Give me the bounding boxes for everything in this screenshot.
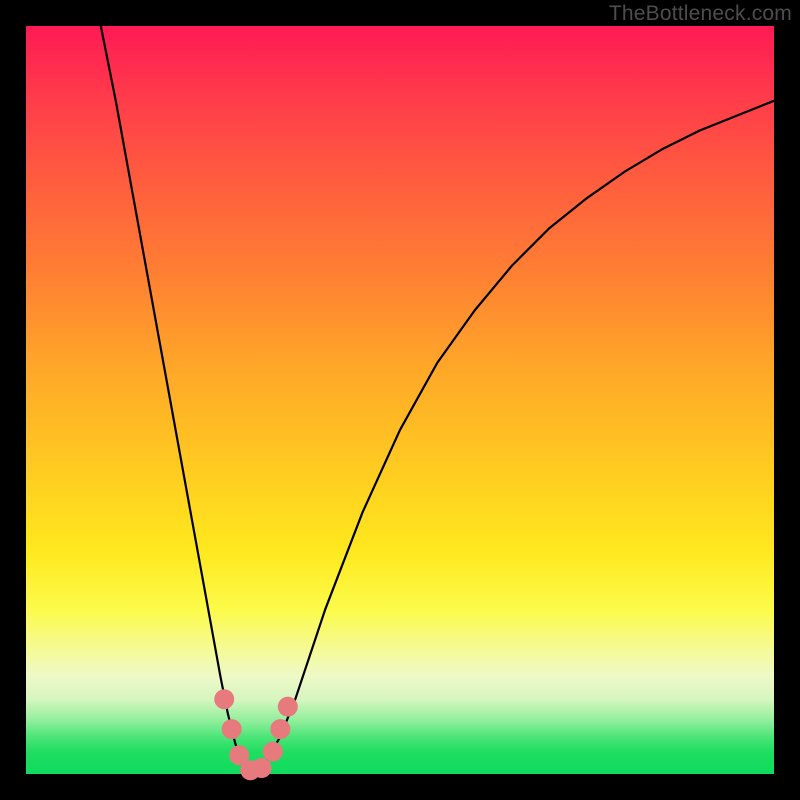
curve-marker (263, 742, 283, 762)
curve-marker (278, 697, 298, 717)
curve-markers (214, 689, 298, 780)
watermark-text: TheBottleneck.com (609, 2, 792, 26)
plot-area (26, 26, 774, 774)
chart-frame: TheBottleneck.com (0, 0, 800, 800)
curve-marker (222, 719, 242, 739)
curve-marker (270, 719, 290, 739)
curve-marker (252, 758, 272, 778)
curve-marker (214, 689, 234, 709)
curve-path (101, 26, 774, 770)
bottleneck-curve (26, 26, 774, 774)
